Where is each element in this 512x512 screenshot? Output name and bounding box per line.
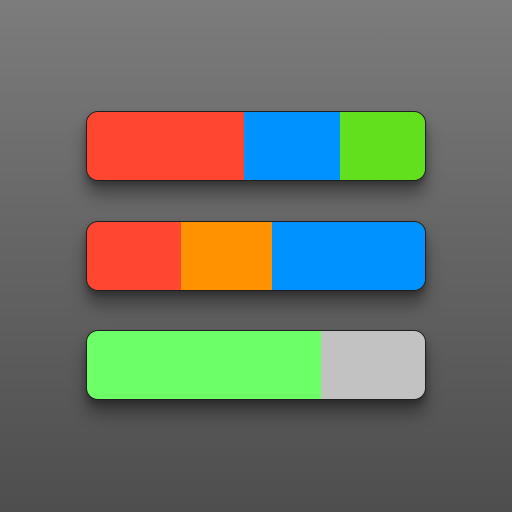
bar-top-segment-3: [340, 112, 425, 180]
bar-top-segment-2: [244, 112, 341, 180]
bar-middle-segment-1: [87, 222, 181, 290]
stacked-bar-top: [86, 111, 426, 181]
bar-bottom-segment-1: [87, 331, 322, 399]
stacked-bar-bottom: [86, 330, 426, 400]
app-icon: [0, 0, 512, 512]
bar-middle-segment-2: [180, 222, 272, 290]
stacked-bar-middle: [86, 221, 426, 291]
bar-top-segment-1: [87, 112, 245, 180]
bar-bottom-segment-2: [321, 331, 425, 399]
bar-middle-segment-3: [271, 222, 425, 290]
